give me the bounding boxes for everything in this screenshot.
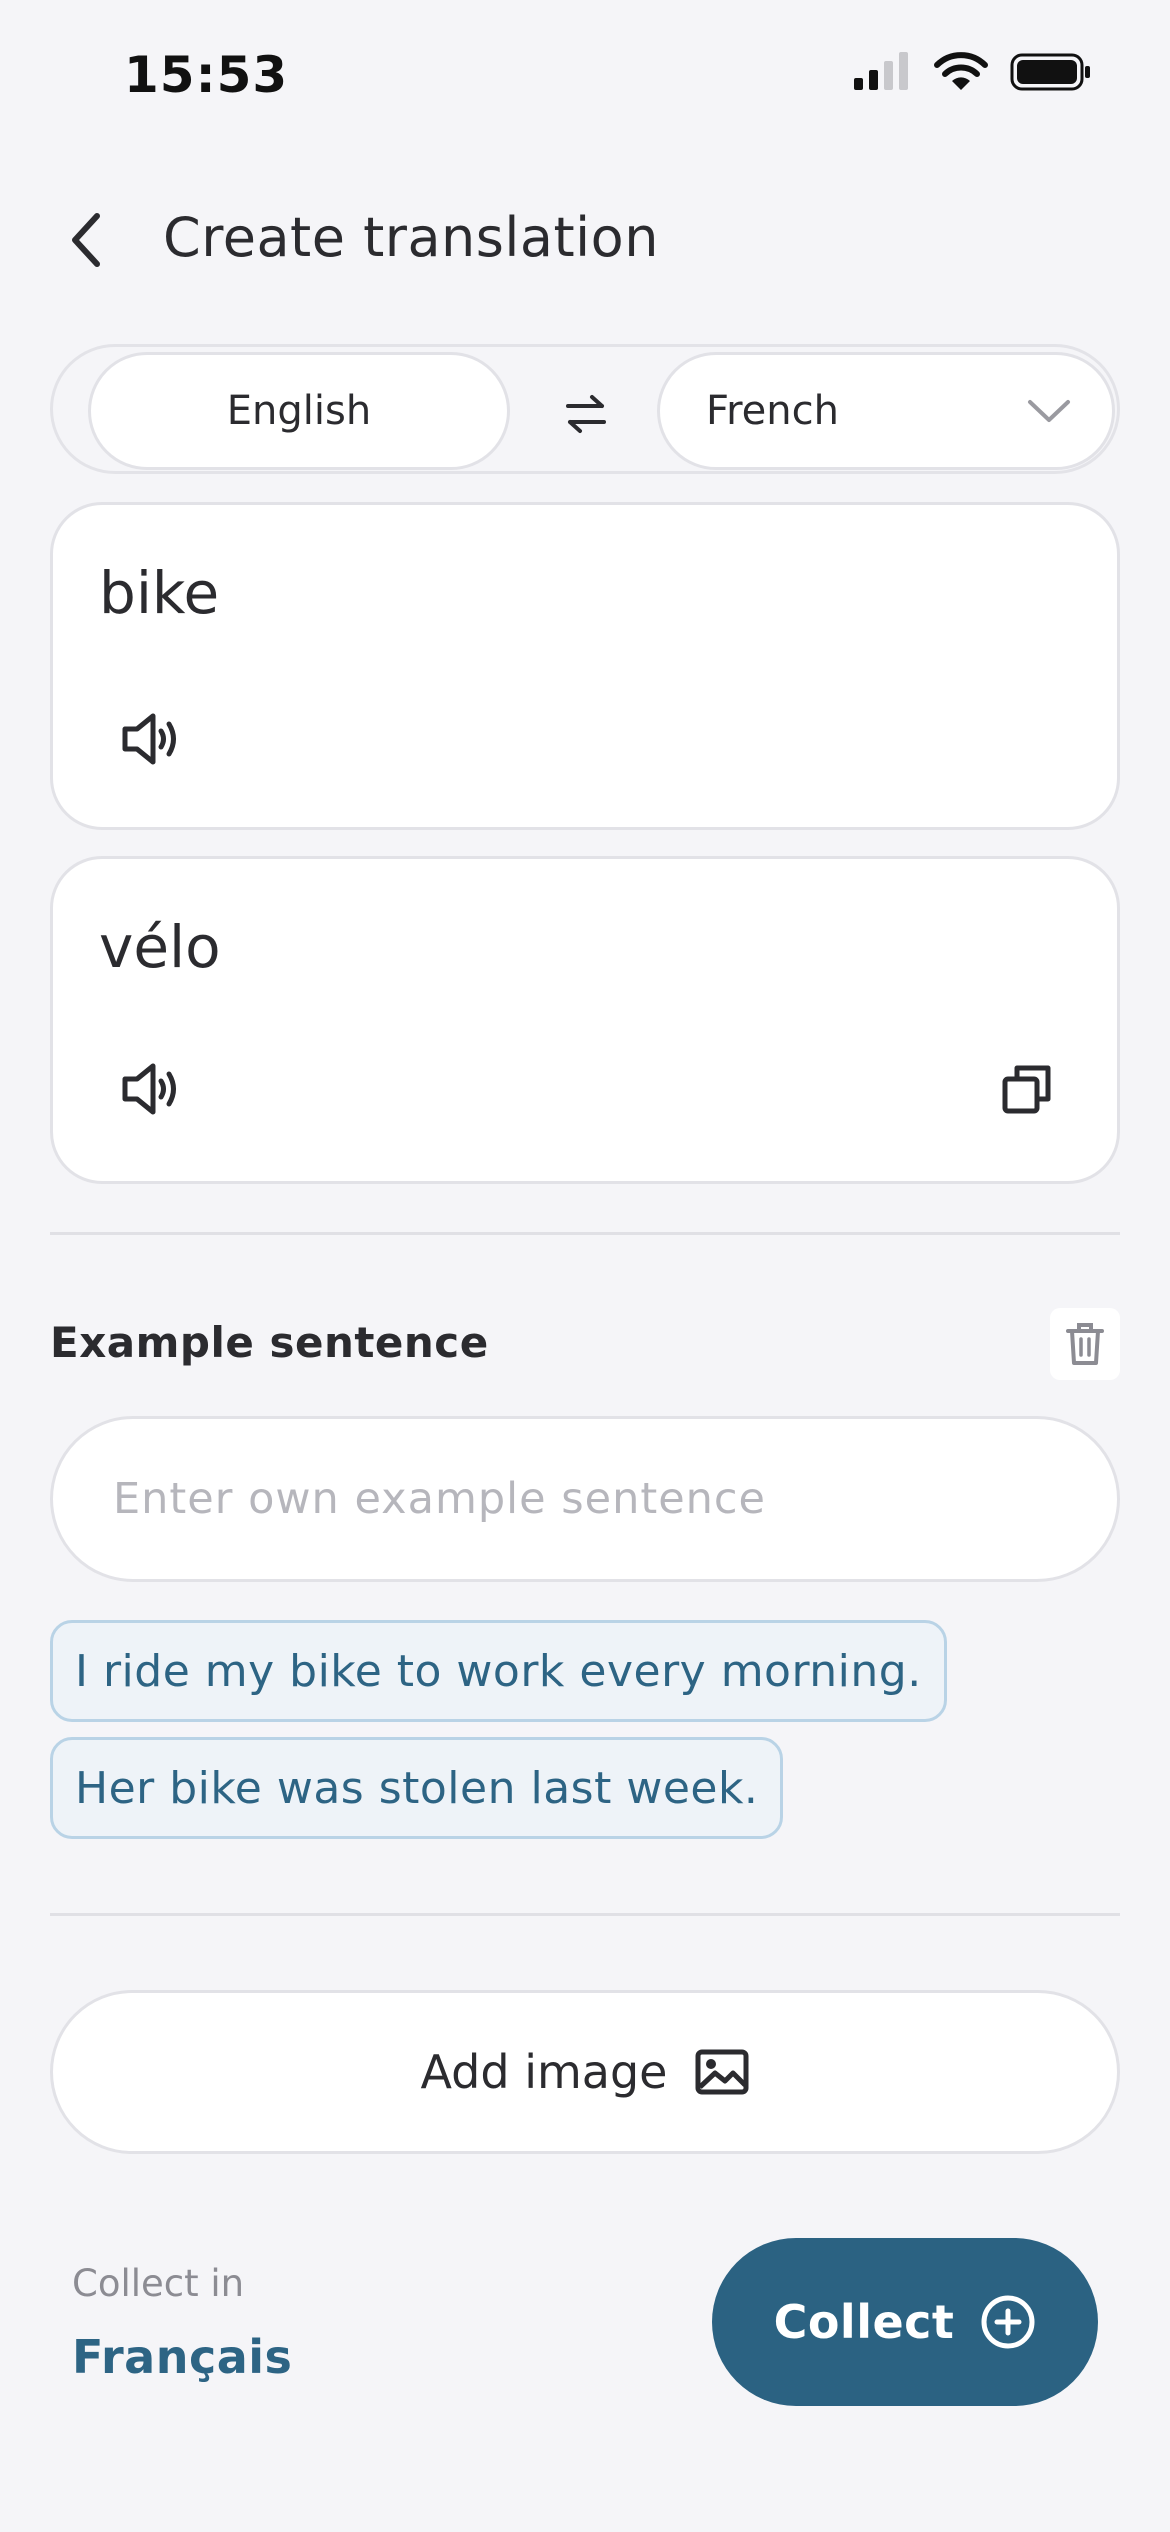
battery-icon	[1010, 53, 1090, 91]
target-word-card: vélo	[50, 856, 1120, 1184]
divider	[50, 1232, 1120, 1235]
signal-icon	[854, 52, 908, 90]
chevron-down-icon	[1028, 400, 1070, 422]
image-icon	[695, 2049, 749, 2095]
wifi-icon	[934, 52, 988, 90]
speaker-icon	[122, 1063, 176, 1115]
target-speaker-button[interactable]	[113, 1051, 189, 1127]
target-word: vélo	[99, 913, 221, 981]
plus-circle-icon	[981, 2295, 1035, 2349]
collection-name[interactable]: Français	[72, 2330, 292, 2384]
example-sentence-title: Example sentence	[50, 1318, 489, 1367]
chevron-left-icon	[72, 213, 100, 267]
delete-example-button[interactable]	[1050, 1308, 1120, 1380]
back-button[interactable]	[50, 200, 120, 280]
collect-in-label: Collect in	[72, 2262, 245, 2305]
target-language-dropdown[interactable]: French	[657, 352, 1115, 470]
target-language-label: French	[706, 388, 839, 434]
collect-button[interactable]: Collect	[712, 2238, 1098, 2406]
collect-button-label: Collect	[773, 2295, 955, 2349]
copy-button[interactable]	[989, 1051, 1065, 1127]
source-word-card: bike	[50, 502, 1120, 830]
example-suggestion-chip[interactable]: Her bike was stolen last week.	[50, 1737, 784, 1839]
example-suggestion-chip[interactable]: I ride my bike to work every morning.	[50, 1620, 947, 1722]
page-title: Create translation	[163, 206, 659, 269]
add-image-button[interactable]: Add image	[50, 1990, 1120, 2154]
source-speaker-button[interactable]	[113, 701, 189, 777]
status-icons	[852, 52, 1092, 92]
trash-icon	[1066, 1323, 1104, 1365]
add-image-label: Add image	[420, 2045, 668, 2099]
example-sentence-input[interactable]	[50, 1416, 1120, 1582]
source-word: bike	[99, 559, 220, 627]
source-language-button[interactable]: English	[88, 352, 510, 470]
divider	[50, 1913, 1120, 1916]
status-time: 15:53	[124, 46, 289, 104]
source-language-label: English	[226, 388, 372, 434]
copy-icon	[1002, 1065, 1051, 1114]
swap-arrows-icon	[566, 395, 606, 433]
swap-languages-button[interactable]	[548, 384, 624, 444]
speaker-icon	[122, 713, 176, 765]
